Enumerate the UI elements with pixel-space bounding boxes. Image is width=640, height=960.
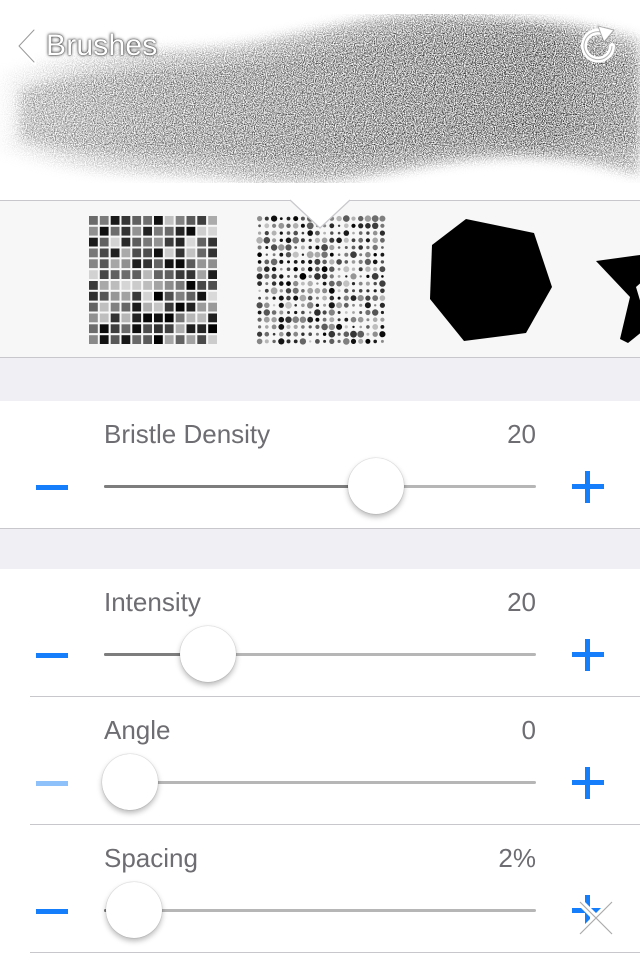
close-x-icon: [576, 898, 616, 938]
angle-row: Angle 0: [0, 697, 640, 825]
brush-stroke-preview: Brushes: [0, 0, 640, 200]
angle-slider[interactable]: [101, 754, 536, 810]
dot-grid-icon: [256, 215, 386, 345]
square-grid-tip[interactable]: [88, 215, 218, 345]
dot-grid-tip[interactable]: [256, 215, 386, 345]
angle-decrease-button[interactable]: [36, 781, 68, 786]
reset-button[interactable]: [574, 22, 622, 70]
angle-increase-button[interactable]: [572, 767, 604, 799]
spacing-label: Spacing: [104, 843, 198, 873]
intensity-decrease-button[interactable]: [36, 653, 68, 658]
back-button[interactable]: Brushes: [14, 24, 157, 68]
star-tip[interactable]: [592, 215, 640, 345]
section-spacer: [0, 528, 640, 570]
bristle-density-row: Bristle Density 20: [0, 401, 640, 529]
bristle-density-label: Bristle Density: [104, 419, 271, 449]
square-grid-icon: [89, 216, 217, 344]
bristle-density-slider-fill: [104, 485, 377, 488]
rotate-clockwise-icon: [581, 25, 615, 63]
chevron-left-icon: [16, 27, 37, 65]
selected-tip-indicator: [290, 199, 350, 229]
intensity-label: Intensity: [104, 587, 201, 617]
intensity-row: Intensity 20: [0, 569, 640, 697]
intensity-value: 20: [507, 587, 536, 617]
bristle-density-value: 20: [507, 419, 536, 449]
angle-value: 0: [521, 715, 536, 745]
spacing-decrease-button[interactable]: [36, 909, 68, 914]
angle-slider-thumb[interactable]: [101, 754, 158, 810]
close-button[interactable]: [572, 894, 620, 942]
angle-label: Angle: [104, 715, 171, 745]
back-label: Brushes: [46, 29, 158, 62]
intensity-increase-button[interactable]: [572, 639, 604, 671]
spacing-value: 2%: [498, 843, 536, 873]
spacing-slider[interactable]: [104, 882, 536, 938]
bristle-density-decrease-button[interactable]: [36, 485, 68, 490]
bristle-density-slider[interactable]: [104, 458, 536, 514]
spacing-slider-thumb[interactable]: [106, 882, 163, 938]
heptagon-icon: [430, 219, 552, 341]
section-spacer: [0, 358, 640, 402]
row-separator: [30, 952, 640, 953]
intensity-slider-thumb[interactable]: [179, 626, 236, 682]
bristle-density-increase-button[interactable]: [572, 471, 604, 503]
spacing-row: Spacing 2%: [0, 825, 640, 953]
bristle-density-slider-thumb[interactable]: [348, 458, 405, 514]
heptagon-tip[interactable]: [424, 215, 554, 345]
star-icon: [596, 255, 640, 343]
intensity-slider[interactable]: [104, 626, 536, 682]
